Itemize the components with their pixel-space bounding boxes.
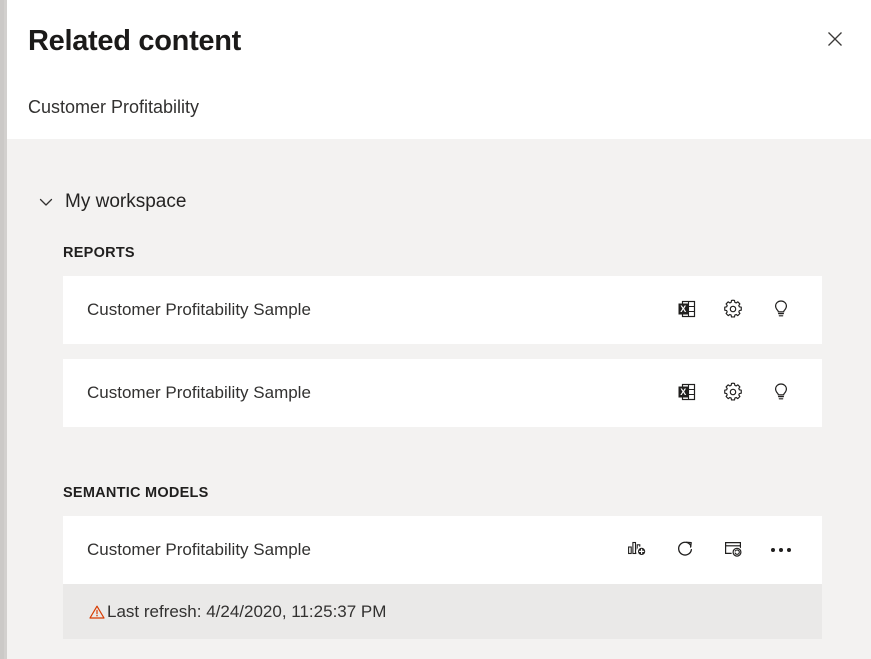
page-behind-strip — [0, 0, 7, 659]
settings-button[interactable] — [714, 374, 752, 412]
excel-icon: X — [676, 298, 698, 323]
refresh-icon — [674, 538, 696, 563]
excel-icon: X — [676, 381, 698, 406]
related-content-panel: Related content Customer Profitability M… — [7, 0, 871, 659]
svg-text:X: X — [680, 304, 686, 314]
settings-button[interactable] — [714, 291, 752, 329]
create-report-icon — [626, 538, 648, 563]
warning-triangle-icon — [89, 604, 105, 620]
row-actions: X — [668, 291, 800, 329]
section-header-reports: REPORTS — [63, 245, 135, 261]
workspace-group-header[interactable]: My workspace — [35, 191, 186, 213]
close-button[interactable] — [817, 22, 853, 58]
schedule-refresh-icon — [722, 538, 744, 563]
gear-icon — [722, 381, 744, 406]
svg-text:X: X — [680, 387, 686, 397]
report-name: Customer Profitability Sample — [87, 300, 311, 320]
row-actions: X — [668, 374, 800, 412]
panel-header: Related content Customer Profitability — [7, 0, 871, 139]
lightbulb-icon — [770, 381, 792, 406]
quick-insights-button[interactable] — [762, 291, 800, 329]
quick-insights-button[interactable] — [762, 374, 800, 412]
lightbulb-icon — [770, 298, 792, 323]
schedule-refresh-button[interactable] — [714, 531, 752, 569]
section-header-semantic-models: SEMANTIC MODELS — [63, 485, 209, 501]
panel-subtitle: Customer Profitability — [28, 97, 199, 118]
gear-icon — [722, 298, 744, 323]
list-item[interactable]: Customer Profitability Sample X — [63, 276, 822, 344]
create-report-button[interactable] — [618, 531, 656, 569]
more-options-button[interactable] — [762, 531, 800, 569]
semantic-model-name: Customer Profitability Sample — [87, 540, 311, 560]
last-refresh-text: Last refresh: 4/24/2020, 11:25:37 PM — [107, 602, 386, 622]
report-name: Customer Profitability Sample — [87, 383, 311, 403]
row-actions — [618, 531, 800, 569]
list-item[interactable]: Customer Profitability Sample — [63, 516, 822, 584]
close-icon — [825, 29, 845, 52]
list-item[interactable]: Customer Profitability Sample X — [63, 359, 822, 427]
page-behind-strip-edge — [0, 0, 4, 659]
panel-body: My workspace REPORTS Customer Profitabil… — [7, 139, 871, 659]
analyze-in-excel-button[interactable]: X — [668, 291, 706, 329]
analyze-in-excel-button[interactable]: X — [668, 374, 706, 412]
last-refresh-status: Last refresh: 4/24/2020, 11:25:37 PM — [63, 584, 822, 639]
workspace-name: My workspace — [65, 191, 186, 213]
more-options-icon — [771, 548, 791, 552]
page-title: Related content — [28, 25, 241, 58]
refresh-now-button[interactable] — [666, 531, 704, 569]
chevron-down-icon — [35, 191, 57, 213]
